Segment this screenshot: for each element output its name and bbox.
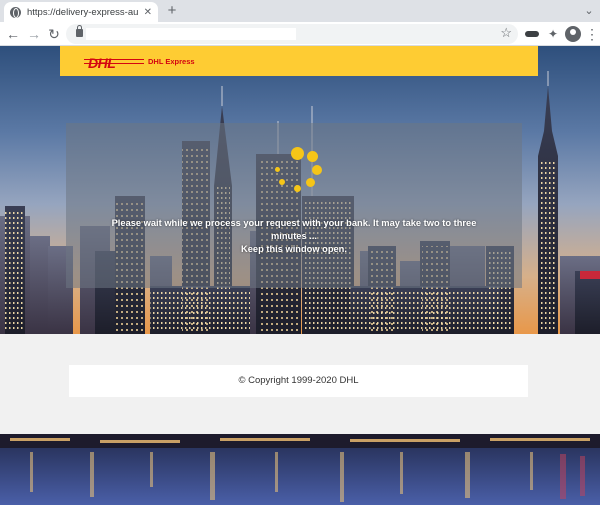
- dhl-header-bar: DHL DHL Express: [60, 46, 538, 76]
- bookmark-star-icon[interactable]: ☆: [500, 25, 512, 41]
- extension-mask-icon[interactable]: [524, 26, 540, 42]
- profile-avatar-icon[interactable]: [565, 26, 581, 42]
- browser-menu-icon[interactable]: ⋮: [584, 26, 600, 42]
- dhl-express-label: DHL Express: [148, 57, 195, 66]
- processing-message-line2: Keep this window open.: [241, 244, 347, 254]
- page-bottom-strip: [0, 505, 600, 522]
- processing-overlay: Please wait while we process your reques…: [66, 123, 522, 288]
- waterfront-image: [0, 434, 600, 505]
- address-bar[interactable]: ☆: [66, 24, 518, 44]
- forward-button[interactable]: →: [25, 25, 43, 43]
- copyright-text: © Copyright 1999-2020 DHL: [238, 375, 359, 386]
- back-button[interactable]: ←: [4, 25, 22, 43]
- copyright-box: © Copyright 1999-2020 DHL: [69, 365, 528, 397]
- dhl-logo[interactable]: DHL: [83, 55, 145, 71]
- browser-tab-bar: https://delivery-express-au ✕ + ⌄: [0, 0, 600, 22]
- browser-toolbar: ← → ↻ ☆ ✦ ⋮: [0, 22, 600, 46]
- waterfront-skyline-image: [0, 434, 600, 505]
- lock-icon: [76, 25, 83, 37]
- close-tab-icon[interactable]: ✕: [144, 7, 152, 18]
- extensions-puzzle-icon[interactable]: ✦: [545, 26, 561, 42]
- processing-message: Please wait while we process your reques…: [100, 217, 488, 256]
- new-tab-button[interactable]: +: [164, 3, 180, 19]
- tab-title: https://delivery-express-au: [27, 6, 139, 18]
- chevron-down-icon[interactable]: ⌄: [582, 4, 596, 18]
- processing-message-line1: Please wait while we process your reques…: [111, 218, 477, 241]
- url-redaction: [86, 28, 296, 40]
- hero-section: DHL DHL Express Please wait while we pro…: [0, 46, 600, 334]
- loading-spinner-icon: [270, 147, 330, 207]
- globe-icon: [10, 6, 21, 18]
- reload-button[interactable]: ↻: [45, 25, 63, 43]
- browser-tab[interactable]: https://delivery-express-au ✕: [4, 2, 158, 22]
